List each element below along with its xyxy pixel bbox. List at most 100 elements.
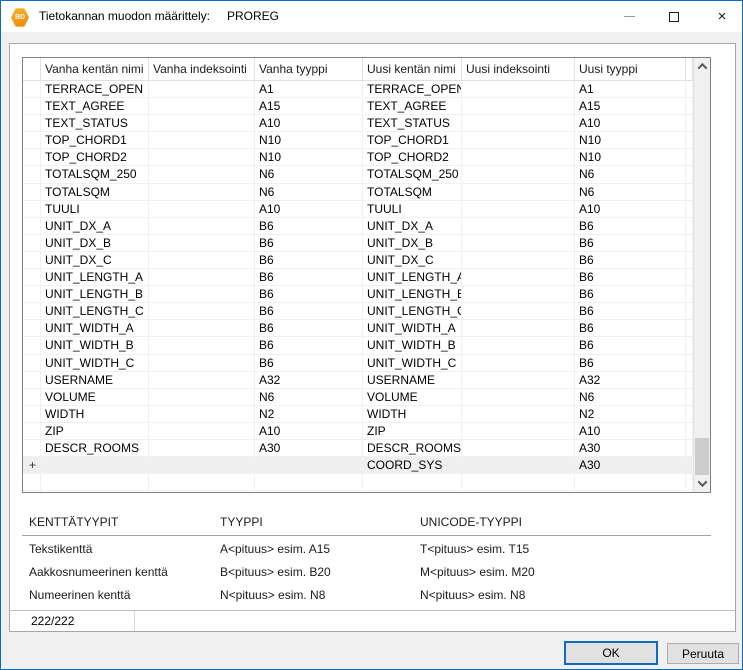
- cell-filler[interactable]: [686, 286, 693, 303]
- cell-filler[interactable]: [686, 440, 693, 457]
- cell-old-name[interactable]: ZIP: [41, 423, 149, 440]
- cell-old-type[interactable]: B6: [255, 286, 363, 303]
- cell-old-index[interactable]: [149, 423, 255, 440]
- cell-new-type[interactable]: B6: [575, 218, 686, 235]
- row-marker[interactable]: [23, 406, 41, 423]
- scroll-up-button[interactable]: [694, 58, 710, 75]
- cell-new-type[interactable]: A1: [575, 81, 686, 98]
- table-row[interactable]: TERRACE_OPENA1TERRACE_OPENA1: [23, 81, 693, 98]
- cell-new-type[interactable]: B6: [575, 355, 686, 372]
- cell-filler[interactable]: [686, 406, 693, 423]
- cell-old-type[interactable]: [255, 474, 363, 491]
- cell-old-type[interactable]: N6: [255, 389, 363, 406]
- cell-old-name[interactable]: [41, 474, 149, 491]
- cell-old-name[interactable]: UNIT_LENGTH_B: [41, 286, 149, 303]
- maximize-button[interactable]: [658, 1, 690, 32]
- ok-button[interactable]: OK: [564, 641, 658, 665]
- cell-new-name[interactable]: COORD_SYS: [363, 457, 462, 474]
- cell-new-index[interactable]: [462, 286, 575, 303]
- cell-old-type[interactable]: B6: [255, 218, 363, 235]
- cell-old-index[interactable]: [149, 184, 255, 201]
- cell-filler[interactable]: [686, 184, 693, 201]
- cell-new-name[interactable]: TERRACE_OPEN: [363, 81, 462, 98]
- row-marker[interactable]: [23, 389, 41, 406]
- cell-old-index[interactable]: [149, 389, 255, 406]
- cell-old-name[interactable]: TOTALSQM: [41, 184, 149, 201]
- row-marker[interactable]: [23, 184, 41, 201]
- table-row[interactable]: UNIT_DX_BB6UNIT_DX_BB6: [23, 235, 693, 252]
- row-marker[interactable]: [23, 474, 41, 491]
- cell-old-index[interactable]: [149, 269, 255, 286]
- cell-filler[interactable]: [686, 132, 693, 149]
- row-marker[interactable]: [23, 269, 41, 286]
- row-marker[interactable]: [23, 201, 41, 218]
- cell-old-name[interactable]: UNIT_DX_B: [41, 235, 149, 252]
- table-row[interactable]: +COORD_SYSA30: [23, 457, 693, 474]
- cell-filler[interactable]: [686, 423, 693, 440]
- cell-filler[interactable]: [686, 115, 693, 132]
- cell-new-type[interactable]: B6: [575, 252, 686, 269]
- cell-old-index[interactable]: [149, 440, 255, 457]
- row-marker[interactable]: [23, 286, 41, 303]
- row-marker[interactable]: [23, 166, 41, 183]
- cell-new-index[interactable]: [462, 149, 575, 166]
- row-marker[interactable]: [23, 98, 41, 115]
- cell-old-name[interactable]: UNIT_WIDTH_A: [41, 320, 149, 337]
- cell-old-index[interactable]: [149, 337, 255, 354]
- row-marker[interactable]: [23, 81, 41, 98]
- cell-old-index[interactable]: [149, 406, 255, 423]
- table-row[interactable]: TOP_CHORD1N10TOP_CHORD1N10: [23, 132, 693, 149]
- cell-filler[interactable]: [686, 337, 693, 354]
- cell-old-type[interactable]: N2: [255, 406, 363, 423]
- cell-new-name[interactable]: TEXT_AGREE: [363, 98, 462, 115]
- cell-old-type[interactable]: N6: [255, 184, 363, 201]
- cell-new-type[interactable]: A10: [575, 423, 686, 440]
- cell-new-name[interactable]: UNIT_LENGTH_A: [363, 269, 462, 286]
- cell-old-type[interactable]: A10: [255, 201, 363, 218]
- cell-new-index[interactable]: [462, 218, 575, 235]
- cell-new-index[interactable]: [462, 235, 575, 252]
- cell-new-type[interactable]: N2: [575, 406, 686, 423]
- row-marker[interactable]: [23, 235, 41, 252]
- cell-new-index[interactable]: [462, 132, 575, 149]
- cell-new-index[interactable]: [462, 423, 575, 440]
- cell-filler[interactable]: [686, 81, 693, 98]
- cell-old-name[interactable]: TUULI: [41, 201, 149, 218]
- cell-new-name[interactable]: TOP_CHORD1: [363, 132, 462, 149]
- row-marker[interactable]: [23, 440, 41, 457]
- cell-old-name[interactable]: USERNAME: [41, 372, 149, 389]
- cell-new-index[interactable]: [462, 372, 575, 389]
- cell-old-name[interactable]: UNIT_LENGTH_C: [41, 303, 149, 320]
- cell-old-index[interactable]: [149, 457, 255, 474]
- cell-new-type[interactable]: B6: [575, 337, 686, 354]
- cell-new-index[interactable]: [462, 115, 575, 132]
- cell-old-name[interactable]: TOP_CHORD2: [41, 149, 149, 166]
- table-row[interactable]: TOTALSQM_250N6TOTALSQM_250N6: [23, 166, 693, 183]
- cell-new-name[interactable]: TUULI: [363, 201, 462, 218]
- cell-filler[interactable]: [686, 218, 693, 235]
- cell-new-type[interactable]: A30: [575, 440, 686, 457]
- cell-new-index[interactable]: [462, 81, 575, 98]
- cell-new-index[interactable]: [462, 406, 575, 423]
- row-marker[interactable]: [23, 303, 41, 320]
- cell-old-name[interactable]: TOP_CHORD1: [41, 132, 149, 149]
- scroll-down-button[interactable]: [694, 475, 710, 492]
- cancel-button[interactable]: Peruuta: [667, 643, 739, 664]
- row-marker[interactable]: [23, 423, 41, 440]
- row-marker[interactable]: [23, 320, 41, 337]
- table-row[interactable]: UNIT_LENGTH_AB6UNIT_LENGTH_AB6: [23, 269, 693, 286]
- cell-filler[interactable]: [686, 149, 693, 166]
- cell-old-index[interactable]: [149, 320, 255, 337]
- cell-filler[interactable]: [686, 252, 693, 269]
- cell-filler[interactable]: [686, 303, 693, 320]
- cell-new-index[interactable]: [462, 320, 575, 337]
- table-row[interactable]: UNIT_WIDTH_CB6UNIT_WIDTH_CB6: [23, 355, 693, 372]
- cell-old-index[interactable]: [149, 355, 255, 372]
- cell-old-name[interactable]: [41, 457, 149, 474]
- table-row[interactable]: UNIT_LENGTH_CB6UNIT_LENGTH_CB6: [23, 303, 693, 320]
- cell-new-type[interactable]: B6: [575, 286, 686, 303]
- row-marker[interactable]: +: [23, 457, 41, 474]
- cell-new-index[interactable]: [462, 269, 575, 286]
- row-marker[interactable]: [23, 252, 41, 269]
- row-marker[interactable]: [23, 132, 41, 149]
